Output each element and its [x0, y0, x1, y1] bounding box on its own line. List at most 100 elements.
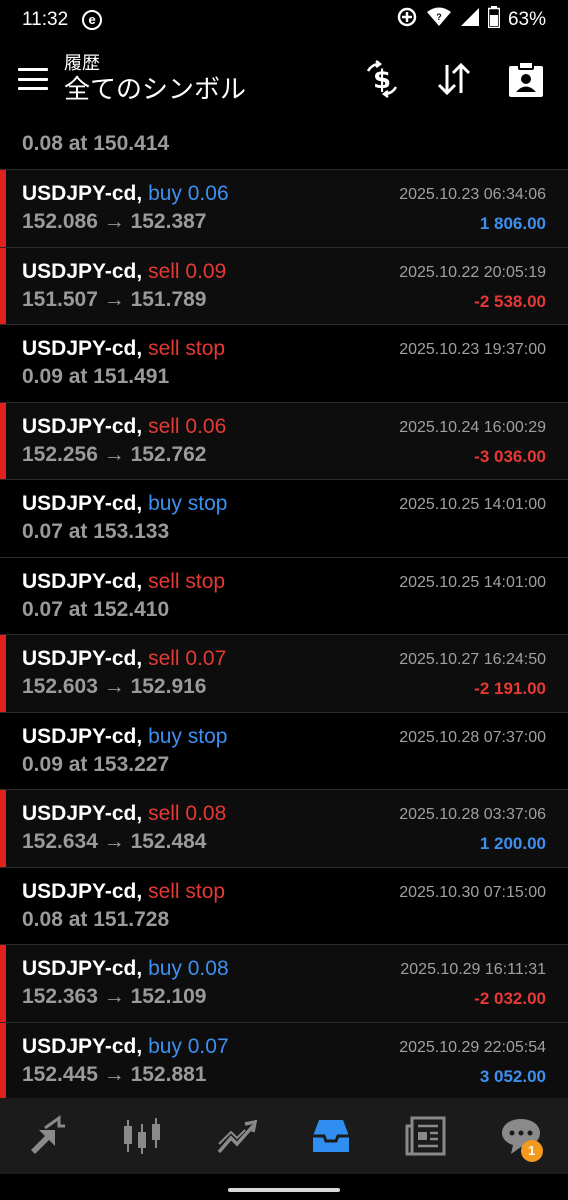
trade-time: 2025.10.28 03:37:06 — [399, 806, 546, 823]
list-item[interactable]: USDJPY-cd, sell stop 0.07 at 152.410 2025.… — [0, 557, 568, 635]
trade-prices: 0.09 at 151.491 — [22, 365, 170, 388]
trade-title: USDJPY-cd, buy stop — [22, 725, 227, 749]
chat-badge: 1 — [520, 1140, 543, 1162]
battery-icon — [487, 6, 501, 34]
trade-type: buy 0.08 — [148, 957, 229, 980]
trade-type: buy 0.06 — [148, 182, 229, 205]
status-time: 11:32 — [22, 9, 69, 30]
trade-profit: 3 052.00 — [479, 1066, 546, 1086]
deal-indicator-bar — [0, 170, 6, 247]
trade-type: buy stop — [148, 724, 228, 748]
trade-prices: 0.09 at 153.227 — [22, 752, 170, 776]
trade-time: 2025.10.30 07:15:00 — [399, 883, 546, 901]
svg-text:$: $ — [373, 65, 391, 95]
trade-prices: 152.363 → 152.109 — [22, 985, 207, 1008]
trade-prices: 152.256 → 152.762 — [22, 442, 207, 466]
wifi-icon: ? — [426, 6, 452, 34]
symbol-filter-title[interactable]: 全てのシンボル — [64, 74, 246, 106]
trade-profit: 1 200.00 — [479, 834, 546, 853]
signal-icon — [460, 7, 480, 33]
list-item[interactable]: USDJPY-cd, sell 0.06 152.256 → 152.762 202… — [0, 402, 568, 480]
nav-history[interactable] — [301, 1106, 361, 1166]
list-item[interactable]: USDJPY-cd, sell stop 0.08 at 151.728 2025.… — [0, 867, 568, 945]
trade-title: USDJPY-cd, buy 0.08 — [22, 957, 229, 981]
trade-time: 2025.10.23 19:37:00 — [399, 341, 546, 358]
list-item[interactable]: USDJPY-cd, sell 0.07 152.603 → 152.916 202… — [0, 635, 568, 713]
list-item[interactable]: USDJPY-cd, buy 0.07 152.445 → 152.881 2025… — [0, 1022, 568, 1098]
deal-indicator-bar — [0, 402, 6, 479]
list-item[interactable]: USDJPY-cd, buy stop 0.09 at 153.227 2025.1… — [0, 712, 568, 790]
data-saver-icon — [396, 6, 418, 34]
page-subtitle: 履歴 — [64, 53, 100, 73]
trade-time: 2025.10.22 20:05:19 — [399, 263, 546, 281]
trade-title: USDJPY-cd, sell 0.06 — [22, 415, 226, 439]
sort-button[interactable] — [424, 49, 484, 109]
trade-title: USDJPY-cd, sell 0.09 — [22, 260, 226, 284]
trade-time: 2025.10.29 22:05:54 — [399, 1038, 546, 1056]
trade-title: USDJPY-cd, sell stop — [22, 570, 225, 594]
trade-type: sell stop — [148, 569, 226, 593]
list-item[interactable]: USDJPY-cd, buy 0.06 152.086 → 152.387 2025… — [0, 170, 568, 248]
history-icon — [313, 1120, 350, 1152]
clipboard-person-icon — [509, 61, 543, 97]
deal-indicator-bar — [0, 945, 6, 1022]
nav-chat[interactable]: 1 — [491, 1106, 551, 1166]
nav-trade[interactable] — [207, 1106, 267, 1166]
dollar-exchange-icon: $ — [366, 60, 398, 98]
trade-time: 2025.10.25 14:01:00 — [399, 573, 546, 591]
trade-prices: 152.445 → 152.881 — [22, 1062, 207, 1086]
app-notification-icon: e — [82, 10, 103, 30]
report-button[interactable] — [496, 49, 556, 109]
list-item[interactable]: USDJPY-cd, buy stop 0.07 at 153.133 2025.1… — [0, 480, 568, 558]
trade-type: buy stop — [148, 492, 228, 515]
trade-symbol: USDJPY-cd, — [22, 569, 143, 593]
trade-type: sell 0.08 — [148, 802, 227, 825]
menu-icon[interactable] — [18, 68, 48, 90]
trade-prices: 152.603 → 152.916 — [22, 675, 207, 698]
trade-symbol: USDJPY-cd, — [22, 492, 143, 515]
trade-time: 2025.10.25 14:01:00 — [399, 496, 546, 513]
battery-percent: 63% — [507, 9, 546, 30]
trade-type: buy 0.07 — [148, 1034, 229, 1058]
home-indicator[interactable] — [228, 1188, 340, 1192]
list-item[interactable]: USDJPY-cd, buy 0.08 152.363 → 152.109 2025… — [0, 945, 568, 1023]
trade-symbol: USDJPY-cd, — [22, 182, 143, 205]
trade-profit: 1 806.00 — [479, 214, 546, 233]
trade-time: 2025.10.29 16:11:31 — [400, 961, 546, 978]
trade-profit: -2 191.00 — [474, 679, 546, 698]
trade-profit: -3 036.00 — [474, 446, 546, 466]
list-item-partial[interactable]: 0.08 at 150.414 — [0, 118, 568, 170]
currency-switch-button[interactable]: $ — [352, 49, 412, 109]
trade-symbol: USDJPY-cd, — [22, 724, 143, 748]
history-list[interactable]: 0.08 at 150.414 USDJPY-cd, buy 0.06 152.0… — [0, 118, 568, 1098]
trade-time: 2025.10.28 07:37:00 — [399, 728, 546, 746]
nav-quotes[interactable] — [17, 1106, 77, 1166]
trade-title: USDJPY-cd, buy stop — [22, 492, 227, 516]
trade-prices: 151.507 → 151.789 — [22, 287, 207, 311]
trade-type: sell stop — [148, 337, 226, 360]
trade-symbol: USDJPY-cd, — [22, 879, 143, 903]
list-item[interactable]: USDJPY-cd, sell 0.08 152.634 → 152.484 202… — [0, 790, 568, 868]
trade-type: sell 0.07 — [148, 647, 227, 670]
trade-symbol: USDJPY-cd, — [22, 957, 143, 980]
bottom-navigation: 1 — [0, 1098, 568, 1174]
deal-indicator-bar — [0, 247, 6, 324]
nav-chart[interactable] — [112, 1106, 172, 1166]
status-bar: 11:32 e ? 63% — [0, 0, 568, 40]
list-item[interactable]: USDJPY-cd, sell 0.09 151.507 → 151.789 202… — [0, 247, 568, 325]
trade-prices: 152.086 → 152.387 — [22, 210, 207, 233]
trade-symbol: USDJPY-cd, — [22, 647, 143, 670]
trade-prices: 152.634 → 152.484 — [22, 830, 207, 853]
quotes-icon — [31, 1115, 66, 1154]
nav-news[interactable] — [396, 1106, 456, 1166]
svg-text:?: ? — [436, 12, 442, 22]
trade-title: USDJPY-cd, buy 0.07 — [22, 1035, 229, 1059]
sort-arrows-icon — [437, 62, 471, 96]
trade-time: 2025.10.23 06:34:06 — [399, 186, 546, 203]
trade-symbol: USDJPY-cd, — [22, 1034, 143, 1058]
trade-prices: 0.08 at 151.728 — [22, 907, 170, 931]
deal-indicator-bar — [0, 1022, 6, 1098]
trade-prices: 0.07 at 152.410 — [22, 597, 170, 621]
news-icon — [405, 1116, 446, 1156]
list-item[interactable]: USDJPY-cd, sell stop 0.09 at 151.491 2025.… — [0, 325, 568, 403]
